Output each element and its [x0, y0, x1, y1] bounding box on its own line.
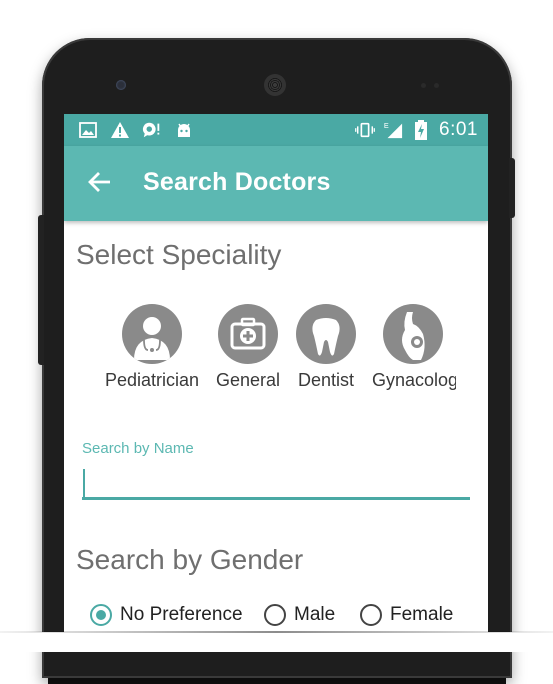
radio-label: Female: [390, 604, 454, 625]
back-arrow-icon[interactable]: [86, 168, 114, 196]
volume-button: [38, 215, 44, 365]
earpiece-speaker: [264, 74, 286, 96]
speciality-label: Pediatrician: [104, 370, 200, 390]
android-icon: [174, 120, 194, 140]
search-name-input[interactable]: [82, 464, 470, 500]
doctor-icon: [122, 304, 182, 364]
radio-label: Male: [294, 604, 336, 625]
speciality-dentist[interactable]: Dentist: [290, 304, 362, 391]
chat-alert-icon: [142, 120, 162, 140]
image-icon: [78, 120, 98, 140]
gender-heading: Search by Gender: [76, 544, 304, 575]
floor-background: [0, 632, 553, 652]
speciality-label: General: [215, 370, 281, 390]
speciality-label: Dentist: [297, 370, 355, 390]
text-cursor: [83, 469, 85, 499]
radio-female[interactable]: Female: [360, 604, 453, 626]
pregnancy-icon: [383, 304, 443, 364]
status-bar: E 6:01: [64, 114, 488, 146]
power-button: [509, 158, 515, 218]
search-name-label: Search by Name: [82, 440, 194, 457]
radio-button[interactable]: [264, 604, 286, 626]
speciality-heading: Select Speciality: [76, 239, 282, 270]
speciality-general[interactable]: General: [210, 304, 286, 391]
radio-button[interactable]: [360, 604, 382, 626]
tooth-icon: [296, 304, 356, 364]
front-camera: [116, 80, 126, 90]
speciality-gynacolog[interactable]: Gynacolog: [370, 304, 456, 391]
proximity-sensor: [421, 83, 426, 88]
medical-kit-icon: [218, 304, 278, 364]
signal-e-icon: E: [383, 120, 403, 140]
app-screen: E 6:01 Search Doctors Select Speciality: [64, 114, 488, 634]
status-time: 6:01: [439, 119, 478, 140]
page-title: Search Doctors: [143, 168, 331, 196]
app-bar: Search Doctors: [64, 146, 488, 221]
speciality-list: Pediatrician General Dentist Gynacolog: [64, 304, 488, 394]
warning-icon: [110, 120, 130, 140]
speciality-label: Gynacolog: [372, 370, 456, 390]
speciality-pediatrician[interactable]: Pediatrician: [102, 304, 202, 391]
svg-text:E: E: [384, 121, 389, 130]
radio-male[interactable]: Male: [264, 604, 335, 626]
floor-shadow-line: [0, 631, 553, 633]
battery-charging-icon: [411, 120, 431, 140]
gender-radio-group: No Preference Male Female: [64, 604, 488, 634]
light-sensor: [434, 83, 439, 88]
radio-no-preference[interactable]: No Preference: [90, 604, 243, 626]
vibrate-icon: [355, 120, 375, 140]
radio-button-selected[interactable]: [90, 604, 112, 626]
radio-label: No Preference: [120, 604, 243, 625]
